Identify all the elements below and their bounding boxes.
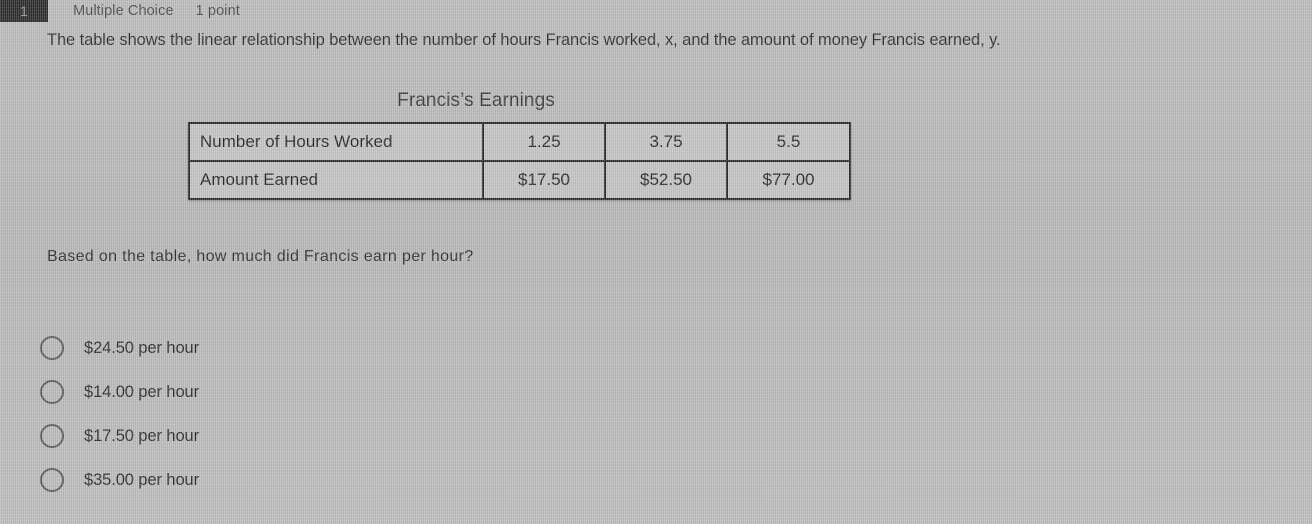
question-page: 1 Multiple Choice 1 point The table show… — [0, 0, 1312, 524]
table-row: Amount Earned $17.50 $52.50 $77.00 — [188, 160, 851, 200]
earnings-table-block: Francis’s Earnings Number of Hours Worke… — [188, 90, 851, 200]
answer-option-1-label: $24.50 per hour — [84, 338, 200, 357]
cell-hours-1: 1.25 — [482, 122, 606, 162]
question-meta: Multiple Choice 1 point — [48, 0, 240, 22]
cell-hours-2: 3.75 — [604, 122, 728, 162]
answer-option-2[interactable]: $14.00 per hour — [40, 370, 640, 414]
answer-option-2-label: $14.00 per hour — [84, 382, 200, 401]
radio-button-icon[interactable] — [40, 336, 64, 360]
cell-earned-2: $52.50 — [604, 160, 728, 200]
answer-option-3-label: $17.50 per hour — [84, 426, 200, 445]
table-row: Number of Hours Worked 1.25 3.75 5.5 — [188, 122, 851, 162]
radio-button-icon[interactable] — [40, 380, 64, 404]
table-title: Francis’s Earnings — [397, 90, 555, 111]
radio-button-icon[interactable] — [40, 424, 64, 448]
question-points-label: 1 point — [195, 3, 240, 19]
question-stem: The table shows the linear relationship … — [47, 31, 1001, 49]
earnings-table: Number of Hours Worked 1.25 3.75 5.5 Amo… — [188, 122, 851, 200]
answer-option-1[interactable]: $24.50 per hour — [40, 326, 640, 370]
question-number-badge: 1 — [0, 0, 48, 22]
row-label-hours-worked: Number of Hours Worked — [188, 122, 484, 162]
cell-hours-3: 5.5 — [726, 122, 851, 162]
question-type-label: Multiple Choice — [73, 3, 174, 19]
cell-earned-1: $17.50 — [482, 160, 606, 200]
answer-choices: $24.50 per hour $14.00 per hour $17.50 p… — [40, 326, 640, 502]
answer-option-4-label: $35.00 per hour — [84, 470, 200, 489]
row-label-amount-earned: Amount Earned — [188, 160, 484, 200]
cell-earned-3: $77.00 — [726, 160, 851, 200]
radio-button-icon[interactable] — [40, 468, 64, 492]
answer-option-3[interactable]: $17.50 per hour — [40, 414, 640, 458]
question-header: 1 Multiple Choice 1 point — [0, 0, 1312, 22]
question-prompt: Based on the table, how much did Francis… — [47, 248, 474, 265]
answer-option-4[interactable]: $35.00 per hour — [40, 458, 640, 502]
